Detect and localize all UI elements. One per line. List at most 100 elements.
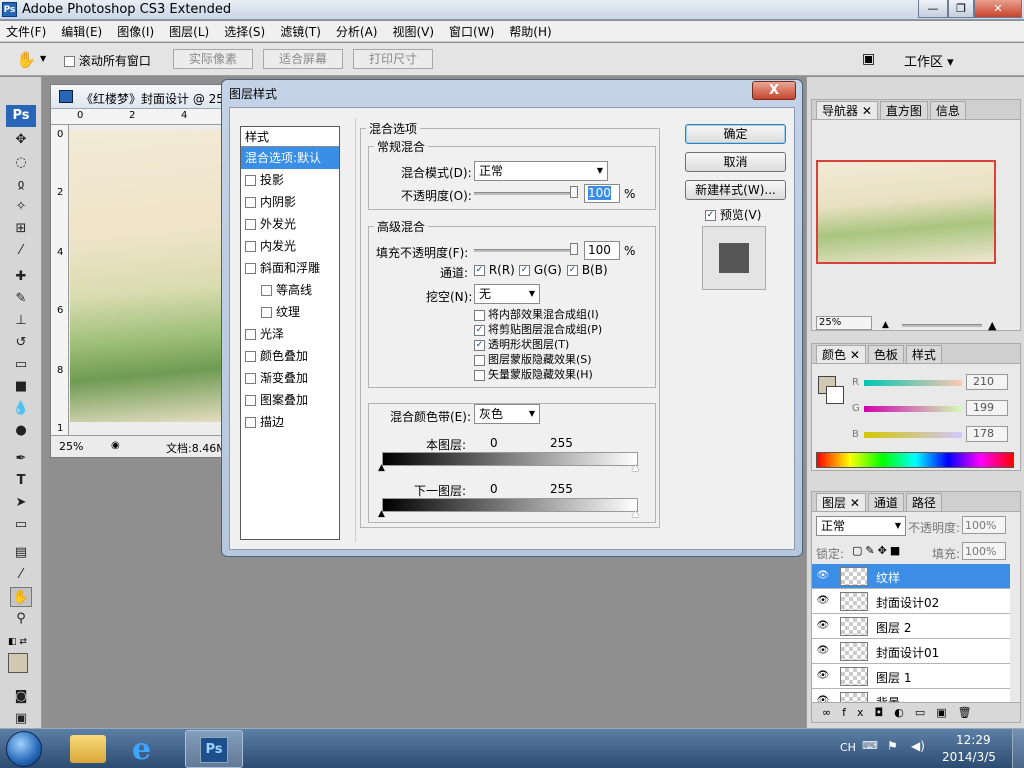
checkbox-icon[interactable] [64,56,75,67]
tab-histogram[interactable]: 直方图 [879,101,928,119]
color-spectrum[interactable] [816,452,1014,468]
menu-item[interactable]: 视图(V) [392,23,434,40]
document-canvas[interactable] [70,130,240,422]
lasso-tool-icon[interactable]: ჲ [10,175,32,195]
eye-icon[interactable]: 👁 [816,670,830,682]
layer-row[interactable]: 👁 背景 [812,689,1010,702]
minimize-button[interactable]: — [918,0,948,18]
menu-item[interactable]: 帮助(H) [509,23,551,40]
r-value[interactable]: 210 [966,374,1008,390]
screen-mode-icon[interactable]: ▣ [10,709,32,729]
menu-item[interactable]: 滤镜(T) [280,23,321,40]
keyboard-icon[interactable]: ⌨ [862,739,878,752]
crop-tool-icon[interactable]: ⊞ [10,219,32,239]
ok-button[interactable]: 确定 [685,124,786,144]
internet-explorer-icon[interactable]: e [132,732,151,767]
start-button[interactable] [6,731,42,767]
eye-icon[interactable]: 👁 [816,620,830,632]
healing-brush-icon[interactable]: ✚ [10,267,32,287]
tab-paths[interactable]: 路径 [905,493,942,511]
menu-item[interactable]: 窗口(W) [449,23,494,40]
fill-opacity-slider[interactable] [474,249,578,252]
checkbox-icon[interactable] [245,219,256,230]
layer-row[interactable]: 👁 纹样 [812,564,1010,589]
style-item[interactable]: 纹理 [241,301,339,323]
zoom-out-icon[interactable]: ▲ [882,320,889,330]
this-layer-gradient[interactable] [382,452,638,466]
bridge-icon[interactable]: ▣ [862,51,875,67]
print-size-button[interactable]: 打印尺寸 [353,49,433,69]
marquee-tool-icon[interactable]: ◌ [10,153,32,173]
style-item[interactable]: 描边 [241,411,339,433]
blend-mode-select[interactable]: 正常 [474,161,608,181]
tab-navigator[interactable]: 导航器 ✕ [816,101,878,119]
workspace-button[interactable]: 工作区 ▾ [904,51,954,70]
checkbox-icon[interactable]: ✓ [474,324,485,336]
dialog-close-button[interactable]: X [752,81,796,100]
default-colors-icon[interactable]: ◧ ⇄ [8,637,27,647]
menu-item[interactable]: 文件(F) [6,23,46,40]
layer-row[interactable]: 👁 图层 1 [812,664,1010,689]
magic-wand-icon[interactable]: ✧ [10,197,32,217]
channel-r-checkbox[interactable]: ✓ R(R) [474,263,515,277]
b-slider[interactable] [864,432,962,438]
fill-opacity-slider-thumb[interactable] [570,243,578,255]
advanced-option-checkbox[interactable]: 矢量蒙版隐藏效果(H) [474,366,602,381]
layer-fill-field[interactable]: 100% [962,542,1006,560]
knockout-select[interactable]: 无 [474,284,540,304]
tab-color[interactable]: 颜色 ✕ [816,345,866,363]
dodge-tool-icon[interactable]: ● [10,421,32,441]
tab-layers[interactable]: 图层 ✕ [816,493,866,511]
gradient-tool-icon[interactable]: ■ [10,377,32,397]
underlying-black-handle-icon[interactable]: ▲ [378,509,385,519]
style-item[interactable]: 渐变叠加 [241,367,339,389]
checkbox-icon[interactable] [245,263,256,274]
advanced-option-checkbox[interactable]: ✓ 将剪贴图层混合成组(P) [474,321,602,336]
lock-icons[interactable]: ▢✎✥■ [852,544,903,557]
g-slider[interactable] [864,406,962,412]
checkbox-icon[interactable] [474,354,485,366]
notes-tool-icon[interactable]: ▤ [10,543,32,563]
r-slider[interactable] [864,380,962,386]
style-item[interactable]: 内阴影 [241,191,339,213]
path-selection-icon[interactable]: ➤ [10,493,32,513]
slice-tool-icon[interactable]: ⁄ [10,241,32,261]
checkbox-icon[interactable] [245,329,256,340]
underlying-white-handle-icon[interactable]: ▲ [632,509,639,519]
navigator-zoom-slider[interactable] [902,324,982,327]
style-item[interactable]: 斜面和浮雕 [241,257,339,279]
preview-checkbox[interactable]: ✓ 预览(V) [705,206,761,223]
checkbox-icon[interactable] [245,241,256,252]
eraser-tool-icon[interactable]: ▭ [10,355,32,375]
checkbox-icon[interactable] [245,373,256,384]
photoshop-taskbar-button[interactable]: Ps [185,730,243,768]
type-tool-icon[interactable]: T [10,471,32,491]
shape-tool-icon[interactable]: ▭ [10,515,32,535]
style-item[interactable]: 光泽 [241,323,339,345]
show-desktop-button[interactable] [1012,729,1024,768]
navigator-preview[interactable] [816,160,996,264]
new-style-button[interactable]: 新建样式(W)... [685,180,786,200]
menu-item[interactable]: 图像(I) [117,23,154,40]
advanced-option-checkbox[interactable]: 将内部效果混合成组(I) [474,306,602,321]
checkbox-icon[interactable] [245,395,256,406]
blend-if-select[interactable]: 灰色 [474,404,540,424]
volume-icon[interactable]: ◀) [911,739,925,753]
checkbox-icon[interactable] [474,309,485,321]
pen-tool-icon[interactable]: ✒ [10,449,32,469]
history-brush-icon[interactable]: ↺ [10,333,32,353]
channel-g-checkbox[interactable]: ✓ G(G) [519,263,562,277]
channel-b-checkbox[interactable]: ✓ B(B) [567,263,608,277]
layer-row[interactable]: 👁 图层 2 [812,614,1010,639]
bg-color-swatch[interactable] [826,386,844,404]
advanced-option-checkbox[interactable]: 图层蒙版隐藏效果(S) [474,351,602,366]
style-item[interactable]: 混合选项:默认 [241,147,339,169]
zoom-level[interactable]: 25% [59,440,83,453]
style-item[interactable]: 内发光 [241,235,339,257]
menu-item[interactable]: 选择(S) [224,23,265,40]
g-value[interactable]: 199 [966,400,1008,416]
fill-opacity-field[interactable]: 100 [584,241,620,260]
tab-swatches[interactable]: 色板 [867,345,904,363]
underlying-layer-gradient[interactable] [382,498,638,512]
menu-item[interactable]: 编辑(E) [61,23,102,40]
